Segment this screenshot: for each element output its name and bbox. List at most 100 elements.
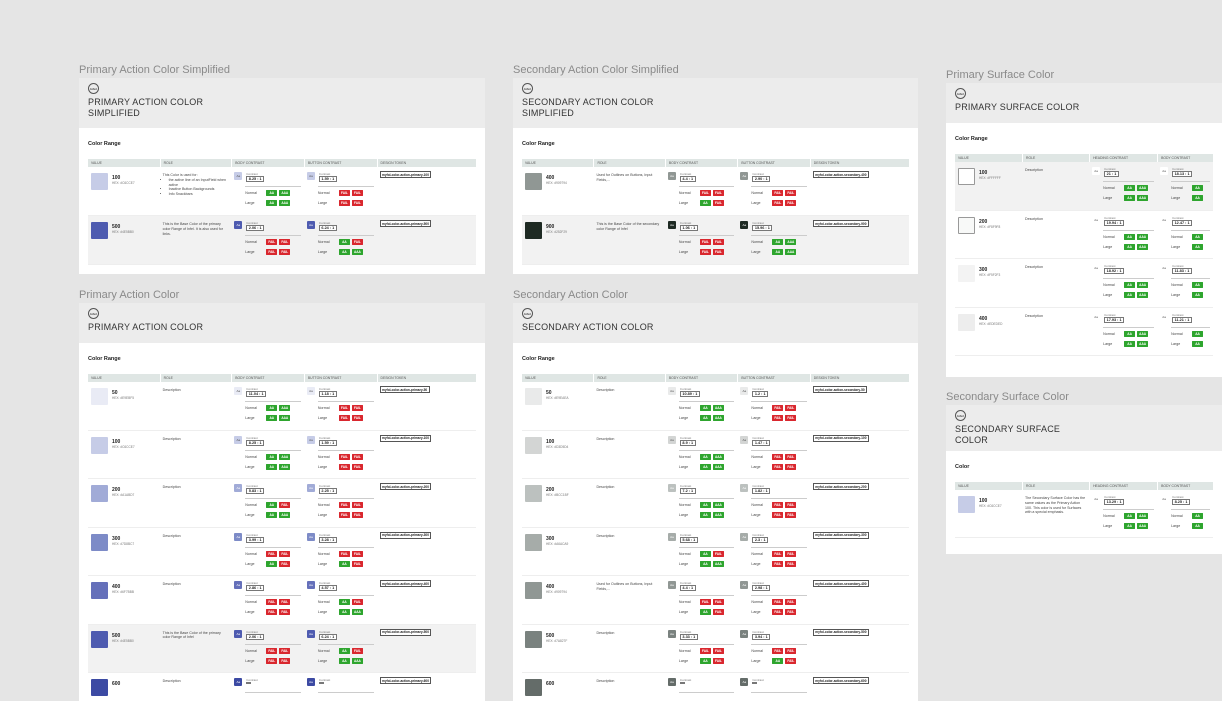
large-label: Large	[245, 561, 255, 566]
design-token[interactable]: myfol-color-action-primary-500	[379, 220, 432, 228]
role-text: Description	[1025, 216, 1044, 221]
result-badge: FAIL	[338, 550, 350, 557]
divider	[678, 546, 735, 547]
result-badge: AA	[266, 405, 278, 411]
token-cell: myfol-color-action-primary-200	[377, 479, 476, 527]
role-text: Used for Outlines on Buttons, Input Fiel…	[596, 173, 653, 182]
normal-label: Normal	[678, 454, 691, 459]
design-token[interactable]: myfol-color-action-secondary-300	[812, 531, 869, 539]
result-badge: AAA	[351, 609, 363, 615]
token-cell: myfol-color-action-secondary-300	[810, 528, 909, 576]
contrast-sample-chip: Aa	[306, 387, 315, 395]
token-cell: myfol-color-action-secondary-50	[810, 382, 909, 430]
contrast-ratio: 3.33 : 1	[679, 633, 698, 640]
section-title: Color Range	[522, 356, 555, 362]
color-value: 600	[546, 681, 555, 687]
result-badge: AA	[1192, 330, 1204, 337]
large-label: Large	[1171, 244, 1181, 249]
role-text: Used for Outlines on Buttons, Input Fiel…	[596, 582, 653, 591]
result-badge: FAIL	[279, 239, 291, 245]
design-token[interactable]: myfol-color-action-secondary-400	[812, 580, 869, 588]
design-token[interactable]: myfol-color-action-secondary-500	[812, 628, 869, 636]
result-badge: FAIL	[772, 405, 784, 411]
design-token[interactable]: myfol-color-action-secondary-100	[812, 434, 869, 442]
color-swatch	[958, 168, 975, 185]
role-text: Description	[596, 436, 615, 441]
contrast-ratio: 4.57 : 1	[318, 585, 337, 591]
result-badge: FAIL	[279, 657, 291, 664]
contrast-ratio: 6.24 : 1	[318, 225, 337, 231]
design-token[interactable]: myfol-color-action-secondary-400	[812, 171, 869, 179]
column-header: VALUE	[91, 161, 102, 165]
divider	[317, 498, 374, 499]
body-contrast-cell: Aa Contrast 2.86 : 1 Normal FAIL FAIL Large FAI…	[231, 576, 304, 624]
large-label: Large	[1103, 293, 1113, 297]
result-badge: FAIL	[266, 239, 278, 245]
color-hex: HEX: #4E5BB0	[112, 230, 134, 234]
token-cell: myfol-color-action-primary-500	[377, 625, 476, 673]
design-token[interactable]: myfol-color-action-primary-200	[379, 483, 432, 491]
color-swatch	[91, 485, 108, 502]
color-hex: HEX: #E9EAEA	[546, 396, 569, 400]
design-token[interactable]: myfol-color-action-primary-600	[379, 677, 432, 685]
contrast-ratio: 8.25 : 1	[246, 176, 265, 182]
card-title-line: SIMPLIFIED	[522, 108, 575, 118]
color-swatch	[525, 436, 542, 454]
card-title-line: PRIMARY SURFACE COLOR	[955, 102, 1080, 112]
column-header: BODY CONTRAST	[1157, 154, 1213, 162]
column-header: VALUE	[91, 376, 102, 380]
contrast-sample-chip: Aa	[1160, 264, 1169, 272]
large-label: Large	[317, 561, 328, 566]
body-contrast-cell: Aa Contrast 5.83 : 1 Normal AA FAIL Large AA AAA	[231, 479, 304, 527]
design-token[interactable]: myfol-color-action-primary-400	[379, 580, 432, 588]
frame-card-pa: Infel PRIMARY ACTION COLOR Color Range VALU…	[79, 303, 485, 701]
result-badge: AAA	[351, 657, 363, 664]
design-token[interactable]: myfol-color-action-secondary-50	[812, 386, 868, 394]
value-cell: 100 HEX: #FFFFFF	[955, 162, 1022, 210]
design-token[interactable]: myfol-color-action-primary-50	[379, 386, 430, 394]
color-hex: HEX: #909794	[546, 590, 567, 594]
contrast-ratio: 18.92 : 1	[1104, 268, 1125, 274]
contrast-sample-chip: Aa	[740, 387, 749, 395]
design-token[interactable]: myfol-color-action-secondary-600	[812, 677, 869, 685]
contrast-sample-chip: Aa	[1092, 167, 1101, 175]
brand-logo-icon: Infel	[955, 410, 966, 421]
normal-label: Normal	[678, 648, 691, 653]
card-title-line: SECONDARY SURFACE	[955, 424, 1061, 434]
color-hex: HEX: #D3D5D4	[546, 444, 569, 449]
color-hex: HEX: #6F7BBB	[112, 590, 134, 594]
color-hex: HEX: #F5F2F3	[979, 273, 1001, 277]
normal-label: Normal	[678, 406, 691, 410]
result-badge: FAIL	[351, 405, 363, 411]
design-token[interactable]: myfol-color-action-primary-100	[379, 171, 432, 179]
contrast-sample-chip: Aa	[306, 221, 315, 229]
design-token[interactable]: myfol-color-action-secondary-200	[812, 483, 869, 491]
normal-label: Normal	[317, 503, 330, 507]
result-badge: AA	[699, 415, 711, 421]
result-badge: FAIL	[785, 405, 797, 411]
large-label: Large	[317, 513, 328, 517]
result-badge: AA	[772, 249, 784, 255]
token-cell: myfol-color-action-primary-400	[377, 576, 476, 624]
value-cell: 200 HEX: #F8F9F8	[955, 211, 1022, 259]
color-swatch	[525, 388, 542, 405]
result-badge: AA	[1192, 340, 1204, 347]
column-header: ROLE	[1022, 482, 1089, 490]
button-contrast-cell: Aa Contrast 6.24 : 1 Normal AA FAIL Large AA AAA	[304, 216, 377, 264]
contrast-sample-chip: Aa	[667, 387, 676, 395]
design-token[interactable]: myfol-color-action-secondary-900	[812, 220, 869, 228]
normal-label: Normal	[317, 406, 330, 410]
role-list-item: Info Snackbars	[169, 192, 229, 197]
large-label: Large	[245, 464, 255, 469]
design-token[interactable]: myfol-color-action-primary-100	[379, 434, 432, 442]
result-badge: FAIL	[712, 657, 724, 664]
contrast-ratio: 5.83 : 1	[246, 488, 265, 494]
divider	[317, 595, 374, 596]
color-table: VALUE ROLE HEADING CONTRAST BODY CONTRAST 10…	[955, 154, 1213, 356]
button-contrast-cell: Aa Contrast 2.3 : 1 Normal FAIL FAIL Large FAIL…	[737, 528, 809, 576]
contrast-sample-chip: Aa	[1160, 495, 1169, 503]
design-token[interactable]: myfol-color-action-primary-500	[379, 628, 432, 636]
table-row: 50 HEX: #E9EBF5 Description Aa Contrast 11.04…	[88, 382, 476, 431]
section-title: Color Range	[955, 136, 988, 142]
design-token[interactable]: myfol-color-action-primary-300	[379, 531, 432, 539]
